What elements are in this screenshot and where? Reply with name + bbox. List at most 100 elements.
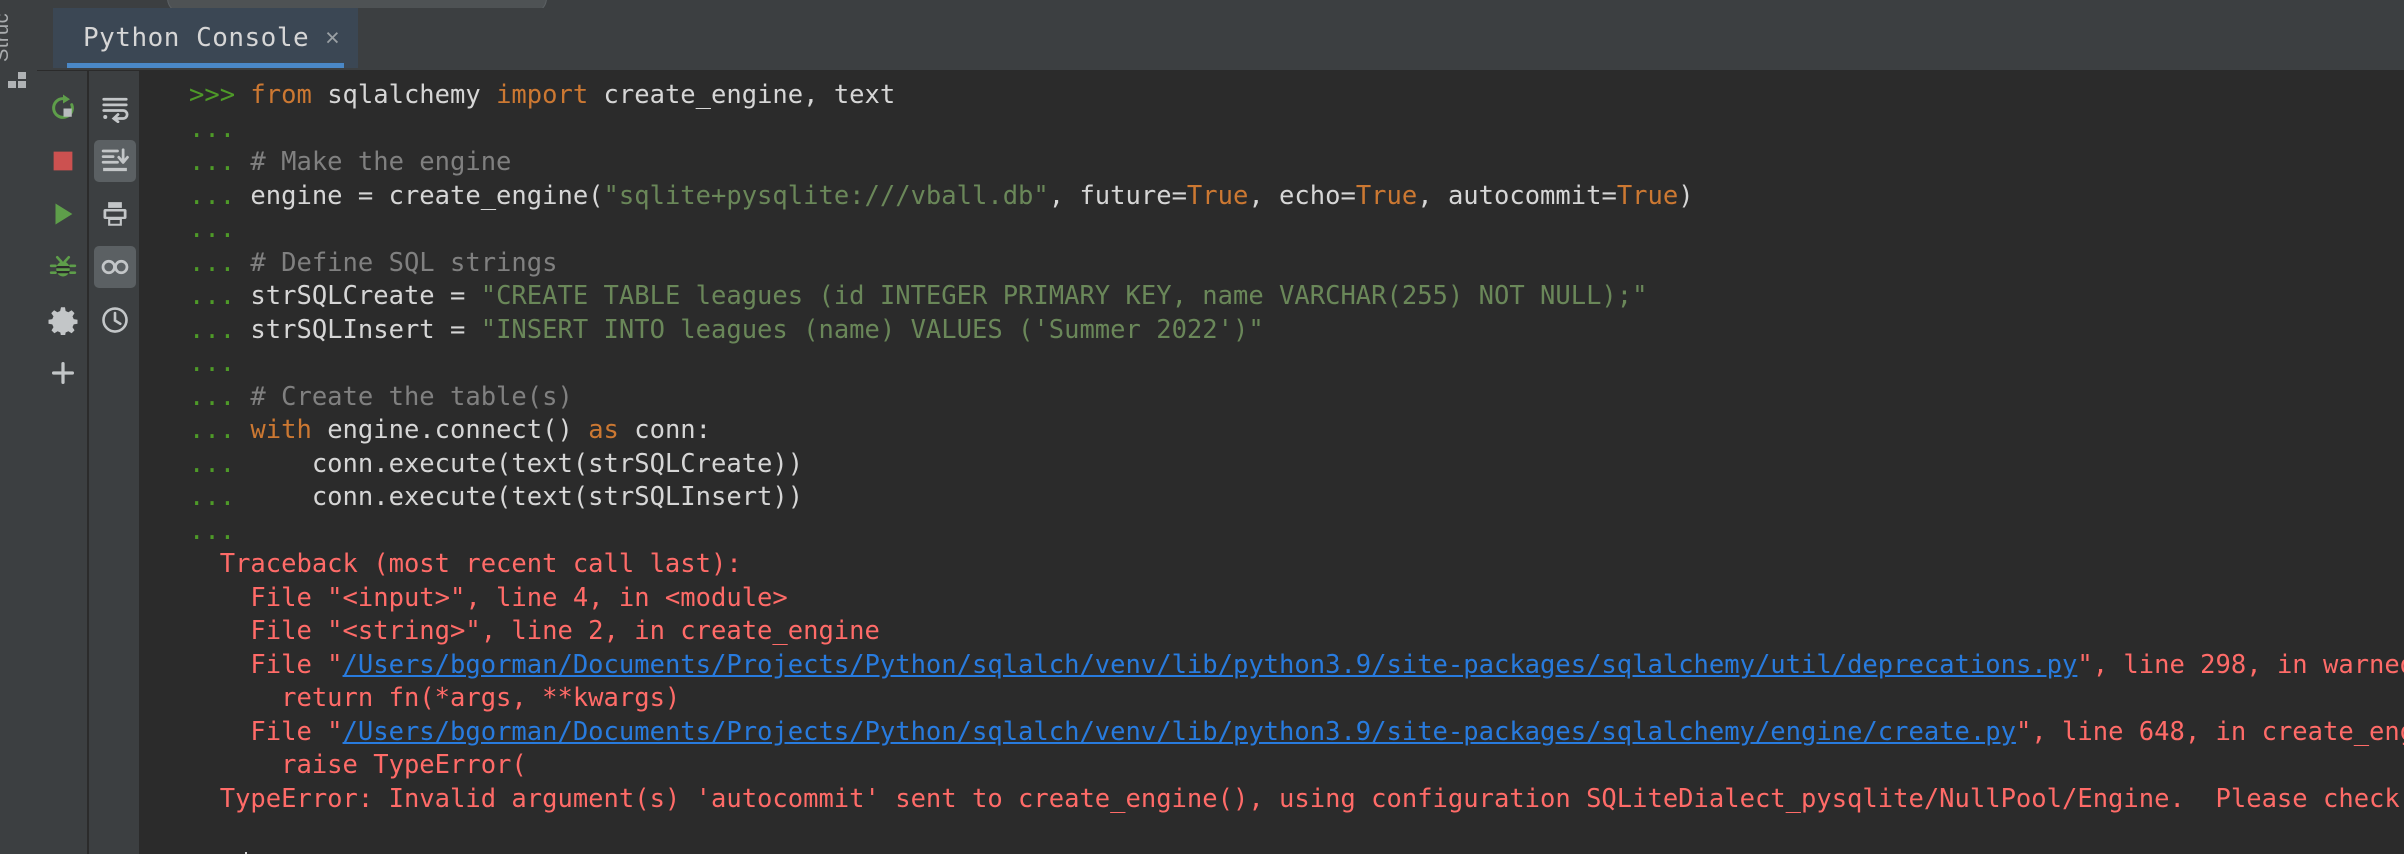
- continuation-marker: ...: [189, 248, 250, 278]
- console-line: ...: [189, 515, 2404, 549]
- gear-icon[interactable]: [42, 299, 84, 341]
- console-line: [189, 816, 2404, 850]
- prompt-marker: >>>: [189, 851, 235, 854]
- code-text: sqlalchemy: [327, 80, 496, 110]
- console-output-area[interactable]: >>> from sqlalchemy import create_engine…: [139, 71, 2404, 854]
- line-indent: [189, 616, 220, 646]
- code-keyword: as: [588, 415, 634, 445]
- console-toolbar-primary: [37, 71, 87, 854]
- error-text: File "<input>", line 4, in <module>: [220, 583, 788, 613]
- run-icon[interactable]: [42, 193, 84, 235]
- structure-tool-label[interactable]: Struc: [0, 6, 14, 62]
- tab-active-underline: [67, 63, 344, 68]
- tab-row: Python Console ×: [37, 8, 2404, 70]
- continuation-marker: ...: [189, 449, 250, 479]
- error-text: File ": [220, 717, 343, 747]
- code-text: engine.connect(): [327, 415, 588, 445]
- code-string: "sqlite+pysqlite:///vball.db": [604, 181, 1049, 211]
- error-text: Traceback (most recent call last):: [220, 549, 742, 579]
- console-line: ... # Create the table(s): [189, 381, 2404, 415]
- plus-icon[interactable]: [42, 352, 84, 394]
- code-comment: # Make the engine: [250, 147, 511, 177]
- code-comment: # Define SQL strings: [250, 248, 557, 278]
- continuation-marker: ...: [189, 516, 250, 546]
- console-line: ...: [189, 213, 2404, 247]
- code-text: strSQLInsert =: [250, 315, 480, 345]
- console-line: File "<input>", line 4, in <module>: [189, 582, 2404, 616]
- stop-icon[interactable]: [42, 140, 84, 182]
- prompt-marker: >>>: [189, 80, 250, 110]
- line-indent: [189, 650, 220, 680]
- continuation-marker: ...: [189, 147, 250, 177]
- clock-icon[interactable]: [94, 299, 136, 341]
- code-string: "CREATE TABLE leagues (id INTEGER PRIMAR…: [481, 281, 1648, 311]
- console-line: return fn(*args, **kwargs): [189, 682, 2404, 716]
- error-text: File "<string>", line 2, in create_engin…: [220, 616, 880, 646]
- continuation-marker: ...: [189, 415, 250, 445]
- console-body: >>> from sqlalchemy import create_engine…: [37, 70, 2404, 854]
- console-line: File "/Users/bgorman/Documents/Projects/…: [189, 716, 2404, 750]
- console-line: ... conn.execute(text(strSQLInsert)): [189, 481, 2404, 515]
- console-line: Traceback (most recent call last):: [189, 548, 2404, 582]
- debug-icon[interactable]: [42, 246, 84, 288]
- code-text: , echo=: [1248, 181, 1355, 211]
- error-text: TypeError: Invalid argument(s) 'autocomm…: [220, 784, 2404, 814]
- continuation-marker: ...: [189, 181, 250, 211]
- console-line: raise TypeError(: [189, 749, 2404, 783]
- console-line: ...: [189, 113, 2404, 147]
- console-line: >>>: [189, 850, 2404, 854]
- error-text: raise TypeError(: [220, 750, 527, 780]
- error-text: File ": [220, 650, 343, 680]
- code-comment: # Create the table(s): [250, 382, 572, 412]
- code-text: conn.execute(text(strSQLCreate)): [250, 449, 803, 479]
- file-path-link[interactable]: /Users/bgorman/Documents/Projects/Python…: [343, 717, 2016, 747]
- code-keyword: True: [1617, 181, 1678, 211]
- error-text: ", line 648, in create_engine: [2016, 717, 2404, 747]
- left-tool-strip: Struc: [0, 0, 38, 854]
- code-keyword: True: [1356, 181, 1417, 211]
- console-line: ... strSQLCreate = "CREATE TABLE leagues…: [189, 280, 2404, 314]
- code-text: engine = create_engine(: [250, 181, 603, 211]
- console-line: ... # Make the engine: [189, 146, 2404, 180]
- console-line: File "<string>", line 2, in create_engin…: [189, 615, 2404, 649]
- code-keyword: from: [250, 80, 327, 110]
- print-icon[interactable]: [94, 193, 136, 235]
- line-indent: [189, 750, 220, 780]
- file-path-link[interactable]: /Users/bgorman/Documents/Projects/Python…: [343, 650, 2078, 680]
- console-toolbar-secondary: [88, 71, 139, 854]
- code-keyword: with: [250, 415, 327, 445]
- python-console-window: Struc Python Console × >>> from sqlalche…: [0, 0, 2404, 854]
- continuation-marker: ...: [189, 382, 250, 412]
- tab-python-console[interactable]: Python Console ×: [53, 8, 358, 68]
- continuation-marker: ...: [189, 315, 250, 345]
- error-text: return fn(*args, **kwargs): [220, 683, 681, 713]
- continuation-marker: ...: [189, 214, 250, 244]
- line-indent: [189, 583, 220, 613]
- code-keyword: import: [496, 80, 603, 110]
- console-line: File "/Users/bgorman/Documents/Projects/…: [189, 649, 2404, 683]
- console-line: ... strSQLInsert = "INSERT INTO leagues …: [189, 314, 2404, 348]
- console-line: ... conn.execute(text(strSQLCreate)): [189, 448, 2404, 482]
- code-keyword: True: [1187, 181, 1248, 211]
- tab-title: Python Console: [83, 23, 309, 53]
- scroll-end-icon[interactable]: [94, 140, 136, 182]
- continuation-marker: ...: [189, 348, 250, 378]
- line-indent: [189, 717, 220, 747]
- code-text: , future=: [1049, 181, 1187, 211]
- console-line: >>> from sqlalchemy import create_engine…: [189, 79, 2404, 113]
- code-text: strSQLCreate =: [250, 281, 480, 311]
- code-text: conn:: [634, 415, 711, 445]
- grid-icon[interactable]: [8, 72, 28, 88]
- soft-wrap-icon[interactable]: [94, 87, 136, 129]
- glasses-icon[interactable]: [94, 246, 136, 288]
- console-line: ... engine = create_engine("sqlite+pysql…: [189, 180, 2404, 214]
- code-text: ): [1678, 181, 1693, 211]
- error-text: ", line 298, in warned: [2077, 650, 2404, 680]
- console-line: ... # Define SQL strings: [189, 247, 2404, 281]
- close-icon[interactable]: ×: [325, 26, 340, 51]
- console-line: ...: [189, 347, 2404, 381]
- code-text: , autocommit=: [1417, 181, 1617, 211]
- rerun-icon[interactable]: [42, 87, 84, 129]
- code-string: "INSERT INTO leagues (name) VALUES ('Sum…: [481, 315, 1264, 345]
- line-indent: [189, 683, 220, 713]
